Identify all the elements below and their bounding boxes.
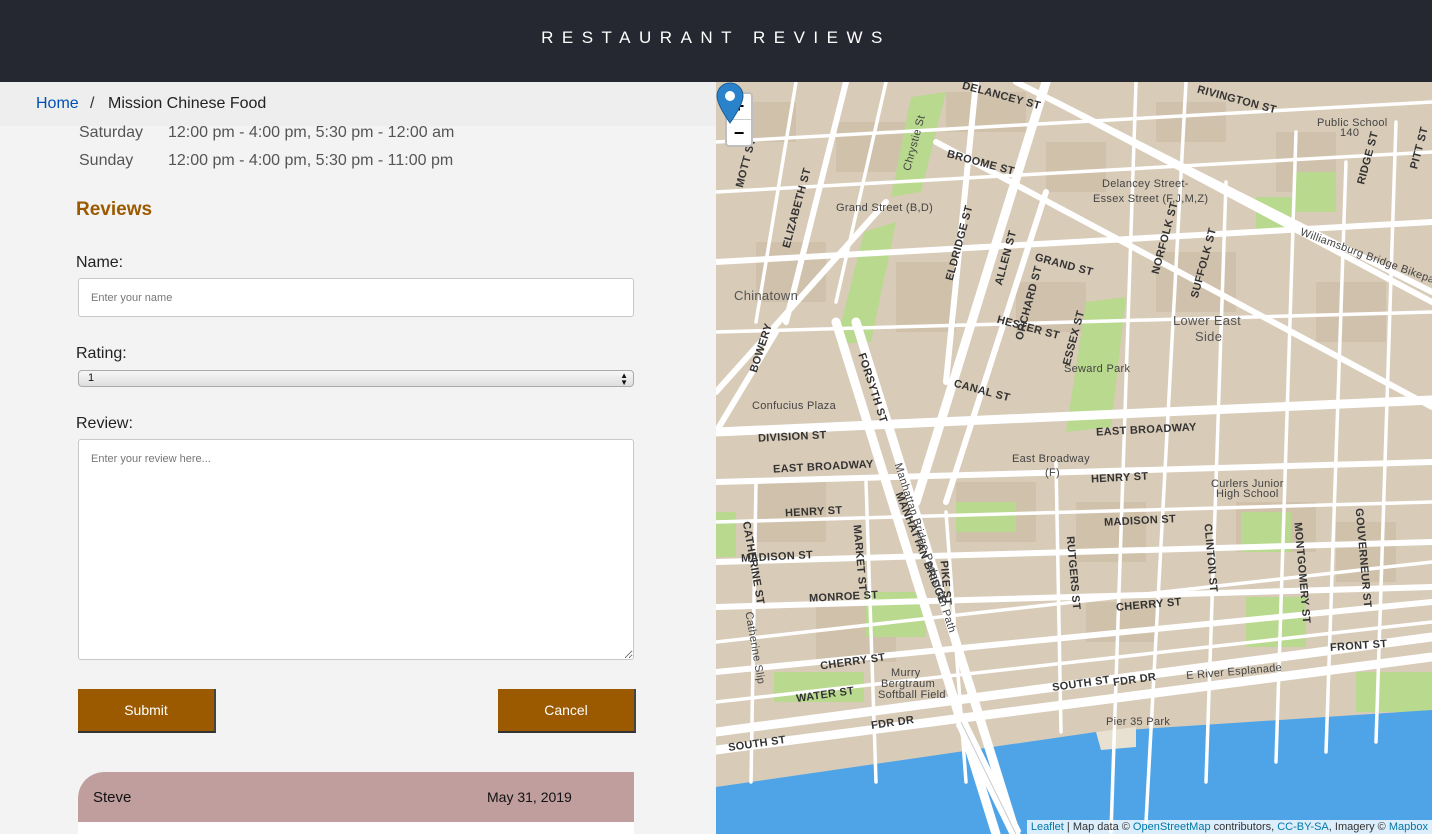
map-label: Essex Street (F,J,M,Z) [1093, 193, 1209, 205]
map-label: Confucius Plaza [752, 400, 836, 412]
breadcrumb-separator: / [90, 95, 95, 112]
cancel-button[interactable]: Cancel [498, 689, 636, 733]
review-date: May 31, 2019 [487, 789, 572, 805]
attribution-text: | Map data © [1063, 821, 1133, 833]
attribution-text: contributors, [1210, 821, 1278, 833]
review-header: Steve May 31, 2019 [78, 772, 634, 822]
breadcrumb-current-page: Mission Chinese Food [108, 95, 267, 112]
hours-time: 12:00 pm - 4:00 pm, 5:30 pm - 12:00 am [168, 124, 455, 141]
reviews-heading: Reviews [76, 199, 153, 220]
leaflet-link[interactable]: Leaflet [1031, 821, 1064, 833]
breadcrumb: Home / Mission Chinese Food [0, 82, 716, 126]
map-label: Chinatown [734, 288, 799, 303]
rating-select[interactable]: 1 ▲ ▼ [78, 370, 634, 387]
map-label: Delancey Street- [1102, 178, 1189, 190]
review-label: Review: [76, 415, 133, 432]
submit-button[interactable]: Submit [78, 689, 216, 733]
attribution-text: , Imagery © [1328, 821, 1389, 833]
reviewer-name: Steve [93, 789, 132, 806]
breadcrumb-home-link[interactable]: Home [36, 95, 79, 113]
map-attribution: Leaflet | Map data © OpenStreetMap contr… [1026, 820, 1432, 834]
license-link[interactable]: CC-BY-SA [1277, 821, 1329, 833]
hours-day: Sunday [79, 152, 134, 169]
review-textarea[interactable] [78, 439, 634, 660]
map[interactable]: DELANCEY ST RIVINGTON ST BROOME ST Delan… [716, 82, 1432, 834]
map-label: Grand Street (B,D) [836, 202, 934, 214]
map-label: Seward Park [1064, 363, 1131, 375]
map-label: High School [1216, 488, 1279, 500]
map-label: East Broadway [1012, 453, 1090, 465]
hours-time: 12:00 pm - 4:00 pm, 5:30 pm - 11:00 pm [168, 152, 454, 169]
map-label: Softball Field [878, 689, 946, 701]
map-label: Lower East [1173, 313, 1242, 328]
name-input[interactable] [78, 278, 634, 317]
review-card: Steve May 31, 2019 [78, 772, 634, 834]
name-label: Name: [76, 254, 124, 271]
rating-selected-value: 1 [88, 372, 95, 384]
app-title: RESTAURANT REVIEWS [541, 28, 891, 47]
select-arrows-icon: ▲ ▼ [620, 371, 628, 387]
mapbox-link[interactable]: Mapbox [1389, 821, 1428, 833]
hours-day: Saturday [79, 124, 144, 141]
map-label: Side [1195, 329, 1223, 344]
app-header: RESTAURANT REVIEWS [0, 0, 1432, 82]
restaurant-details-panel: Home / Mission Chinese Food Saturday 12:… [0, 82, 716, 834]
map-label: 140 [1340, 127, 1360, 139]
map-label: (F) [1045, 467, 1060, 479]
openstreetmap-link[interactable]: OpenStreetMap [1133, 821, 1211, 833]
map-label: Pier 35 Park [1106, 716, 1171, 728]
rating-label: Rating: [76, 345, 127, 362]
map-marker-icon[interactable] [716, 82, 744, 124]
